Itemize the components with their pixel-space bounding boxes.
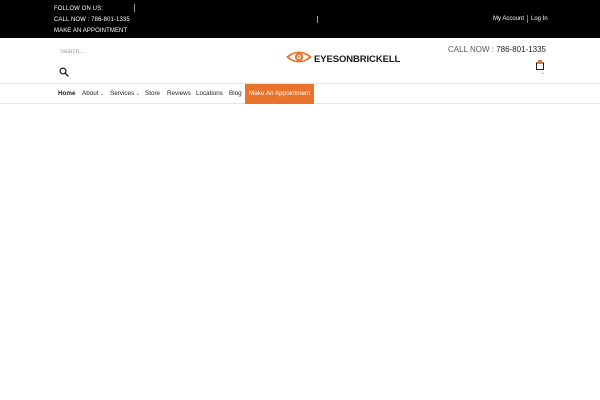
eye-logo-icon	[285, 48, 313, 71]
nav-item-label: Services	[110, 90, 135, 97]
chevron-down-icon: ⌄	[99, 91, 105, 97]
call-now-label: CALL NOW :	[448, 45, 497, 54]
site-logo[interactable]: EYESONBRICKELL	[285, 50, 400, 68]
nav-item-locations[interactable]: Locations	[196, 84, 223, 104]
follow-label: FOLLOW ON US:	[54, 6, 103, 12]
logo-text: EYESONBRICKELL	[314, 53, 401, 65]
nav-item-about[interactable]: About ⌄	[82, 84, 104, 104]
phone-number[interactable]: 786-801-1335	[496, 45, 546, 54]
cart-badge	[538, 60, 542, 64]
call-now-topbar[interactable]: CALL NOW : 786-801-1335	[54, 17, 130, 23]
main-nav: Home About ⌄ Services ⌄ Store Reviews Loca…	[0, 84, 600, 104]
nav-item-store[interactable]: Store	[145, 84, 160, 104]
nav-item-label: About	[82, 90, 99, 97]
search-icon[interactable]	[59, 64, 69, 77]
chevron-down-icon: ⌄	[135, 91, 140, 97]
search-input[interactable]	[60, 46, 170, 58]
my-account-link[interactable]: My Account	[493, 16, 524, 22]
header-phone[interactable]: CALL NOW : 786-801-1335	[448, 45, 546, 54]
divider	[134, 4, 135, 12]
nav-item-home[interactable]: Home	[58, 84, 76, 104]
log-in-link[interactable]: Log In	[531, 16, 548, 22]
chevron-down-icon[interactable]: ⌄	[540, 69, 545, 76]
divider	[317, 16, 318, 23]
nav-item-services[interactable]: Services ⌄	[110, 84, 140, 104]
top-bar: FOLLOW ON US: CALL NOW : 786-801-1335 MA…	[0, 0, 600, 38]
make-appointment-button[interactable]: Make An Appointment	[245, 84, 315, 104]
nav-item-reviews[interactable]: Reviews	[167, 84, 191, 104]
divider	[527, 15, 528, 23]
site-header: EYESONBRICKELL CALL NOW : 786-801-1335 ⌄	[0, 38, 600, 84]
nav-item-blog[interactable]: Blog	[229, 84, 242, 104]
make-appointment-topbar-link[interactable]: MAKE AN APPOINTMENT	[54, 28, 127, 34]
